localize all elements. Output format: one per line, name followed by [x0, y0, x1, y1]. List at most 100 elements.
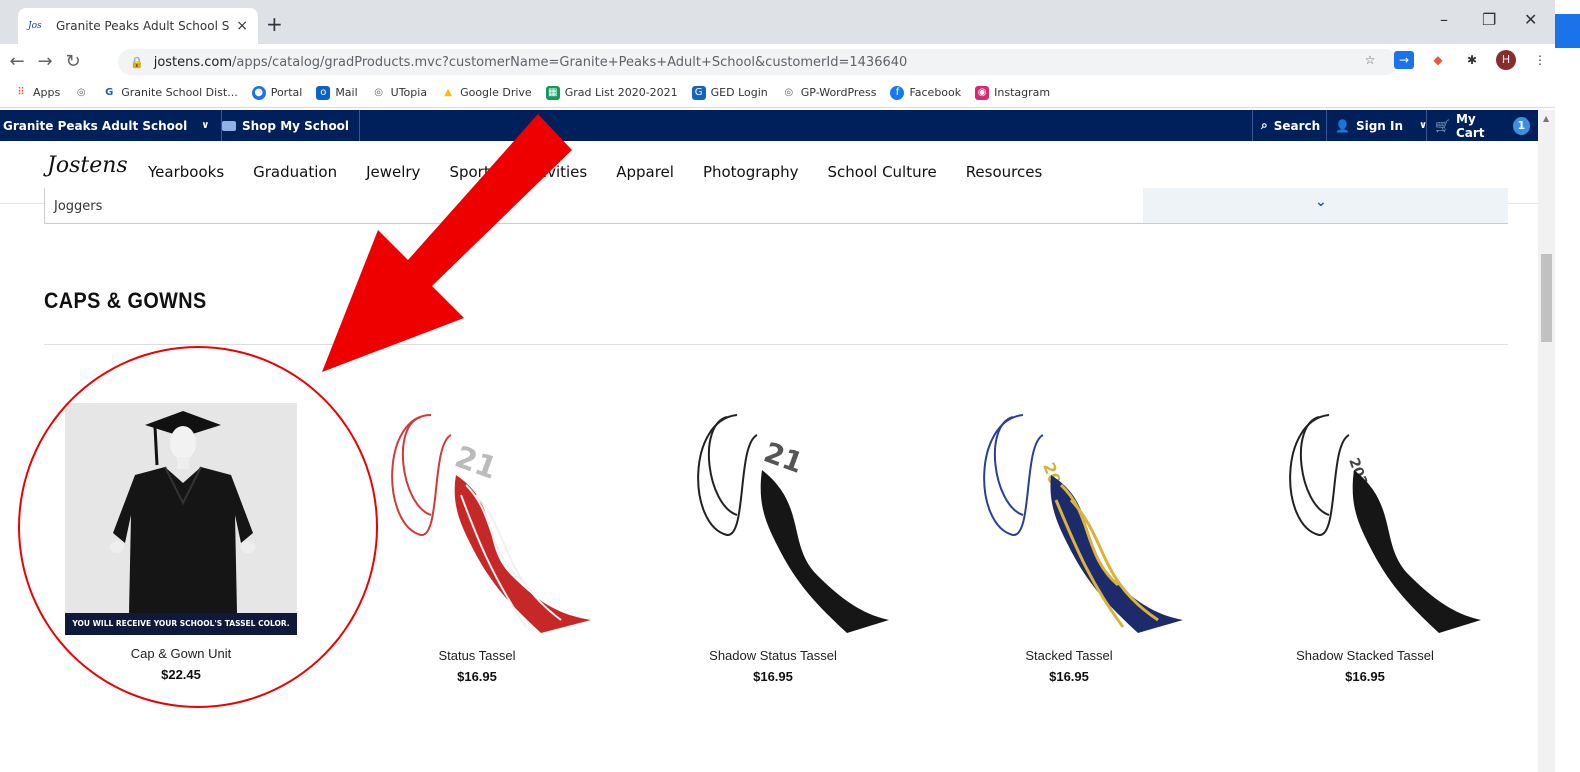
globe-icon: ◎ [76, 86, 86, 98]
product-card[interactable]: YOU WILL RECEIVE YOUR SCHOOL'S TASSEL CO… [51, 385, 311, 682]
bookmark-utopia[interactable]: ◎ UTopia [372, 86, 427, 100]
tab-title: Granite Peaks Adult School Salt L [56, 19, 230, 33]
product-image[interactable]: 21 [657, 405, 889, 637]
nav-item-graduation[interactable]: Graduation [253, 163, 337, 181]
nav-item-resources[interactable]: Resources [966, 163, 1043, 181]
nav-item-photography[interactable]: Photography [703, 163, 799, 181]
product-card[interactable]: 21 Shadow Status Tassel $16.95 [643, 385, 903, 684]
section-title: CAPS & GOWNS [44, 288, 207, 313]
filter-label: Joggers [54, 199, 103, 214]
nav-item-school-culture[interactable]: School Culture [828, 163, 937, 181]
bookmark-granite-school[interactable]: G Granite School Dist... [102, 86, 238, 100]
reload-icon[interactable]: ↻ [62, 51, 84, 72]
bookmark-globe[interactable]: ◎ [74, 86, 88, 100]
edge-accent [1555, 14, 1580, 48]
page-scrollbar[interactable]: ▲ [1538, 110, 1555, 772]
my-cart-link[interactable]: 🛒 My Cart 1 [1426, 110, 1538, 141]
bookmarks-bar: ⠿ Apps ◎ G Granite School Dist... ● Portal … [0, 78, 1555, 108]
product-image[interactable]: 2021 [953, 405, 1185, 637]
jostens-logo[interactable]: Jostens [47, 153, 128, 178]
bookmark-google-drive[interactable]: ▲ Google Drive [441, 86, 531, 100]
search-icon: ⌕ [1261, 118, 1268, 132]
scroll-up-arrow-icon[interactable]: ▲ [1543, 114, 1549, 123]
scrollbar-thumb[interactable] [1541, 254, 1552, 342]
category-filter-row[interactable]: Joggers ⌄ [44, 188, 1508, 224]
product-image[interactable]: 2021 [1249, 405, 1481, 637]
ged-icon: G [691, 85, 706, 100]
chevron-down-icon: ∨ [201, 120, 210, 131]
outlook-icon: o [316, 85, 331, 100]
puzzle-icon[interactable]: ✱ [1462, 51, 1482, 69]
product-card[interactable]: 2021 Stacked Tassel $16.95 [939, 385, 1199, 684]
shop-my-school-link[interactable]: Shop My School [222, 110, 361, 141]
bookmark-portal[interactable]: ● Portal [251, 85, 302, 100]
extension-icon[interactable]: ◆ [1428, 51, 1448, 69]
cart-count-badge: 1 [1512, 116, 1530, 135]
portal-icon: ● [251, 85, 266, 100]
sign-in-link[interactable]: 👤 Sign In ∨ [1326, 110, 1435, 141]
g-icon: G [105, 86, 114, 98]
jostens-favicon-icon: Jos [28, 21, 42, 31]
status-tassel-photo: 21 [391, 414, 591, 633]
product-price: $16.95 [457, 669, 497, 684]
product-price: $16.95 [1049, 669, 1089, 684]
nav-item-sports-activities[interactable]: Sports & Activities [449, 163, 587, 181]
bookmark-instagram[interactable]: ◉ Instagram [975, 85, 1050, 100]
product-image[interactable]: YOU WILL RECEIVE YOUR SCHOOL'S TASSEL CO… [65, 385, 297, 635]
school-selector[interactable]: Granite Peaks Adult School ∨ [0, 110, 223, 141]
window-right-edge [1555, 0, 1580, 772]
section-divider [44, 344, 1508, 345]
user-icon: 👤 [1335, 118, 1350, 133]
drive-icon: ▲ [444, 86, 452, 98]
extension-icons: ☆ → ◆ ✱ H ⋮ [1360, 50, 1550, 70]
product-name[interactable]: Stacked Tassel [939, 648, 1199, 663]
chevron-down-icon: ⌄ [1315, 194, 1327, 210]
back-arrow-icon[interactable]: ← [6, 51, 28, 72]
product-name[interactable]: Shadow Status Tassel [643, 648, 903, 663]
globe-icon: ◎ [374, 86, 384, 98]
product-name[interactable]: Shadow Stacked Tassel [1235, 648, 1495, 663]
product-name[interactable]: Status Tassel [347, 648, 607, 663]
facebook-icon: f [890, 85, 905, 100]
site-utility-bar: Granite Peaks Adult School ∨ Shop My Sch… [0, 110, 1538, 141]
url-field[interactable]: 🔒 jostens.com/apps/catalog/gradProducts.… [118, 49, 1398, 75]
close-window-button[interactable]: ✕ [1524, 10, 1537, 29]
bookmark-apps[interactable]: ⠿ Apps [14, 86, 60, 100]
product-price: $22.45 [161, 667, 201, 682]
nav-item-apparel[interactable]: Apparel [616, 163, 674, 181]
star-icon[interactable]: ☆ [1360, 51, 1380, 69]
nav-item-jewelry[interactable]: Jewelry [366, 163, 420, 181]
browser-tab[interactable]: Jos Granite Peaks Adult School Salt L × [18, 8, 258, 44]
bookmark-mail[interactable]: o Mail [316, 85, 358, 100]
restore-button[interactable]: ❐ [1482, 10, 1496, 29]
shadow-status-tassel-photo: 21 [697, 414, 889, 633]
lock-icon: 🔒 [130, 55, 144, 69]
new-tab-button[interactable]: + [266, 12, 283, 36]
sheets-icon: ▦ [545, 85, 560, 100]
menu-kebab-icon[interactable]: ⋮ [1530, 51, 1550, 69]
bookmark-ged-login[interactable]: G GED Login [691, 85, 768, 100]
filter-expand[interactable]: ⌄ [1143, 188, 1508, 223]
svg-text:21: 21 [760, 436, 808, 480]
tab-close-icon[interactable]: × [236, 18, 248, 34]
product-name[interactable]: Cap & Gown Unit [51, 646, 311, 661]
address-bar-row: ← → ↻ 🔒 jostens.com/apps/catalog/gradPro… [0, 44, 1555, 78]
search-link[interactable]: ⌕ Search [1252, 110, 1328, 141]
forward-arrow-icon[interactable]: → [34, 51, 56, 72]
profile-avatar[interactable]: H [1496, 50, 1516, 70]
extension-icon[interactable]: → [1394, 51, 1414, 69]
globe-icon: ◎ [784, 86, 794, 98]
apps-grid-icon: ⠿ [17, 86, 25, 98]
product-card[interactable]: 2021 Shadow Stacked Tassel $16.95 [1235, 385, 1495, 684]
url-path: /apps/catalog/gradProducts.mvc?customerN… [232, 54, 908, 70]
minimize-button[interactable]: – [1440, 10, 1448, 29]
nav-item-yearbooks[interactable]: Yearbooks [148, 163, 224, 181]
product-image[interactable]: 21 [361, 405, 593, 637]
bookmark-grad-list[interactable]: ▦ Grad List 2020-2021 [545, 85, 678, 100]
cart-icon: 🛒 [1435, 118, 1450, 133]
product-card[interactable]: 21 Status Tassel $16.95 [347, 385, 607, 684]
shadow-stacked-tassel-photo: 2021 [1289, 414, 1481, 633]
bookmark-facebook[interactable]: f Facebook [890, 85, 961, 100]
bookmark-gp-wordpress[interactable]: ◎ GP-WordPress [782, 86, 876, 100]
url-host: jostens.com [153, 54, 233, 70]
